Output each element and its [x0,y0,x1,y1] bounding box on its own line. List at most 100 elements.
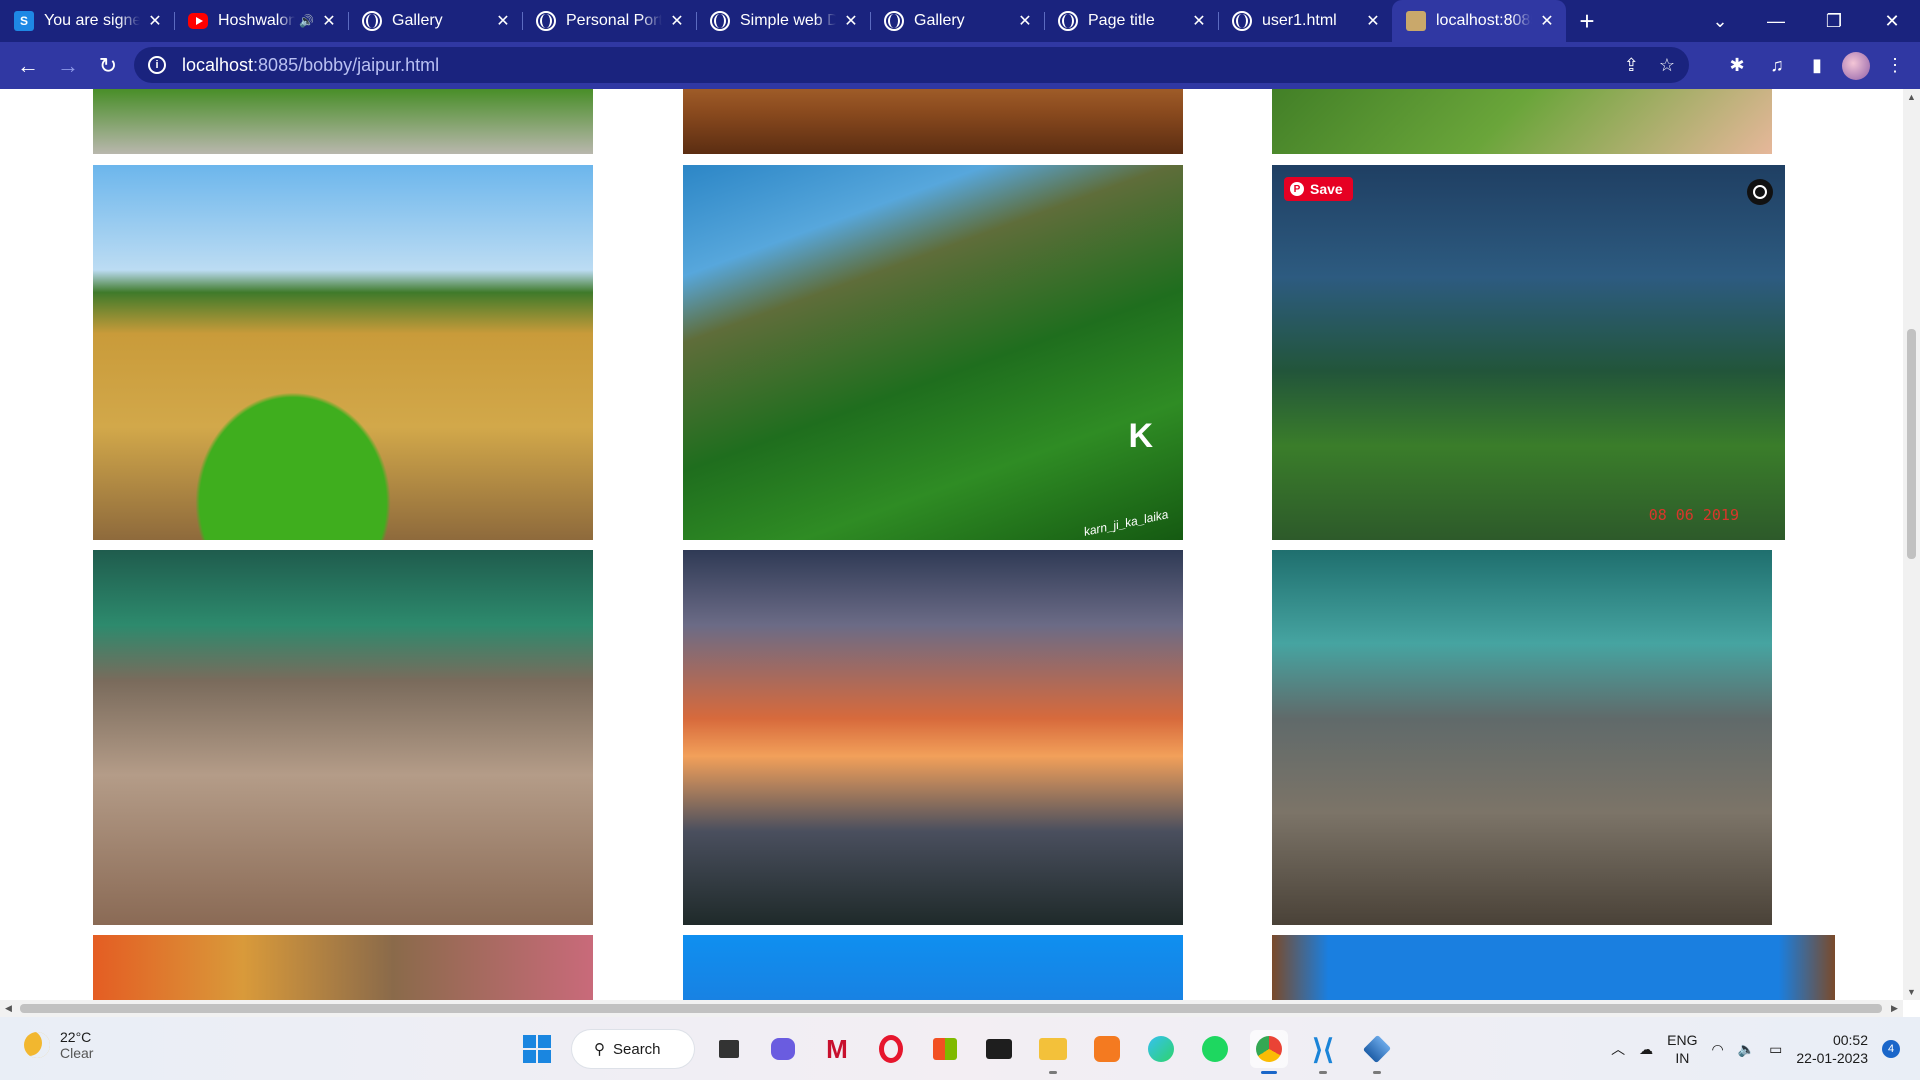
tab-youtube[interactable]: Hoshwalon 🔊 ✕ [174,0,348,42]
tab-search-icon[interactable]: ⌄ [1692,0,1748,42]
close-icon[interactable]: ✕ [1016,12,1034,30]
start-button[interactable] [518,1030,556,1068]
vertical-scroll-thumb[interactable] [1907,329,1916,559]
tab-title: Simple web Design [740,12,836,29]
back-icon[interactable]: ← [8,46,48,86]
tray-overflow-icon[interactable]: ︿ [1611,1039,1625,1059]
file-explorer-icon[interactable] [1034,1030,1072,1074]
weather-widget[interactable]: 22°C Clear [24,1029,93,1061]
lang-top: ENG [1667,1032,1698,1048]
gallery-photo-himalayan-village[interactable]: K karn_ji_ka_laika [683,165,1183,540]
clock[interactable]: 00:52 22-01-2023 [1796,1031,1868,1067]
local-page-icon [1406,11,1426,31]
gallery-photo-palace-interior[interactable] [683,89,1183,154]
language-indicator[interactable]: ENG IN [1667,1031,1697,1067]
gallery-photo-fort-wall-lake[interactable] [93,165,593,540]
close-icon[interactable]: ✕ [320,12,338,30]
gallery-photo-beach-crowd[interactable] [1272,550,1772,925]
gallery-photo-market-street[interactable] [93,550,593,925]
horizontal-scroll-thumb[interactable] [20,1004,1882,1013]
forward-icon[interactable]: → [48,46,88,86]
share-icon[interactable]: ⇪ [1624,55,1639,76]
scroll-right-icon[interactable]: ▶ [1886,1000,1903,1017]
address-host: localhost [182,54,254,75]
bookmark-star-icon[interactable]: ☆ [1659,55,1675,76]
notification-badge[interactable]: 4 [1882,1040,1900,1058]
side-panel-icon[interactable]: ▮ [1802,51,1832,81]
media-control-icon[interactable]: ♫ [1762,51,1792,81]
site-info-icon[interactable]: i [148,56,166,74]
globe-icon [536,11,556,31]
tab-title: Gallery [914,12,965,29]
opera-icon[interactable] [872,1030,910,1068]
tab-title: Page title [1088,12,1155,29]
browser-toolbar: ← → ↻ i localhost:8085/bobby/jaipur.html… [0,42,1920,89]
tab-gallery[interactable]: Gallery ✕ [348,0,522,42]
menu-kebab-icon[interactable]: ⋮ [1880,51,1910,81]
gallery-photo-blue-sky-frame[interactable] [683,935,1183,1000]
gallery-photo-mountain-rock[interactable] [1272,89,1772,154]
close-icon[interactable]: ✕ [842,12,860,30]
taskbar-search-label: Search [613,1040,661,1058]
search-icon: ⚲ [594,1041,605,1058]
clock-time: 00:52 [1832,1032,1868,1048]
tab-portfolio[interactable]: Personal Portfolio ✕ [522,0,696,42]
horizontal-scrollbar[interactable]: ◀ ▶ [0,1000,1903,1017]
spotify-icon[interactable] [1196,1030,1234,1068]
tab-user1[interactable]: user1.html ✕ [1218,0,1392,42]
edge-icon[interactable] [1142,1030,1180,1068]
tab-simple-web[interactable]: Simple web Design ✕ [696,0,870,42]
scroll-left-icon[interactable]: ◀ [0,1000,17,1017]
speaker-icon[interactable]: 🔊 [299,14,314,28]
gallery-photo-wooden-frame-sky[interactable] [1272,935,1835,1000]
tab-localhost[interactable]: localhost:8085 ✕ [1392,0,1566,42]
window-close-icon[interactable]: ✕ [1864,0,1920,42]
chrome-icon[interactable] [1250,1030,1288,1074]
close-icon[interactable]: ✕ [494,12,512,30]
virtualbox-icon[interactable] [1358,1030,1396,1074]
gallery-photo-sunset-sky[interactable] [683,550,1183,925]
scroll-down-icon[interactable]: ▼ [1903,984,1920,1000]
windows-logo-icon [523,1035,551,1063]
xampp-icon[interactable] [1088,1030,1126,1068]
task-view-icon[interactable] [710,1030,748,1068]
taskbar-apps: ⚲ Search M ⟩⟨ [518,1027,1396,1074]
new-tab-button[interactable]: + [1566,0,1608,42]
close-icon[interactable]: ✕ [1190,12,1208,30]
gallery-photo-mountain-valley[interactable]: P Save 08 06 2019 [1272,165,1785,540]
youtube-icon [188,13,208,29]
battery-icon[interactable]: ▭ [1769,1041,1782,1058]
vertical-scrollbar[interactable]: ▲ ▼ [1903,89,1920,1000]
close-icon[interactable]: ✕ [1538,12,1556,30]
gallery-photo-shop-street[interactable] [93,935,593,1000]
minimize-icon[interactable]: — [1748,0,1804,42]
visual-search-icon[interactable] [1747,179,1773,205]
terminal-icon[interactable] [980,1030,1018,1068]
mcafee-icon[interactable]: M [818,1030,856,1068]
microsoft-store-icon[interactable] [926,1030,964,1068]
tab-page-title[interactable]: Page title ✕ [1044,0,1218,42]
volume-icon[interactable]: 🔈 [1738,1041,1755,1058]
profile-avatar[interactable] [1842,51,1870,80]
extensions-icon[interactable]: ✱ [1722,51,1752,81]
tab-title: Hoshwalon [218,12,296,29]
restore-icon[interactable]: ❐ [1806,0,1862,42]
taskbar-search[interactable]: ⚲ Search [572,1030,694,1068]
close-icon[interactable]: ✕ [1364,12,1382,30]
address-bar[interactable]: i localhost:8085/bobby/jaipur.html ⇪ ☆ [134,47,1689,83]
vscode-icon[interactable]: ⟩⟨ [1304,1030,1342,1074]
close-icon[interactable]: ✕ [668,12,686,30]
onedrive-icon[interactable]: ☁ [1639,1041,1653,1058]
wifi-icon[interactable]: ◠ [1711,1041,1723,1058]
tab-gallery-2[interactable]: Gallery ✕ [870,0,1044,42]
moon-icon [24,1032,50,1058]
gallery-photo-forest-hill[interactable] [93,89,593,154]
scroll-up-icon[interactable]: ▲ [1903,89,1920,105]
pinterest-icon: P [1290,182,1304,196]
chat-icon[interactable] [764,1030,802,1068]
tab-signed-in[interactable]: S You are signed in ✕ [0,0,174,42]
reload-icon[interactable]: ↻ [88,46,128,86]
tab-title: user1.html [1262,12,1337,29]
close-icon[interactable]: ✕ [146,12,164,30]
pinterest-save-button[interactable]: P Save [1284,177,1353,201]
